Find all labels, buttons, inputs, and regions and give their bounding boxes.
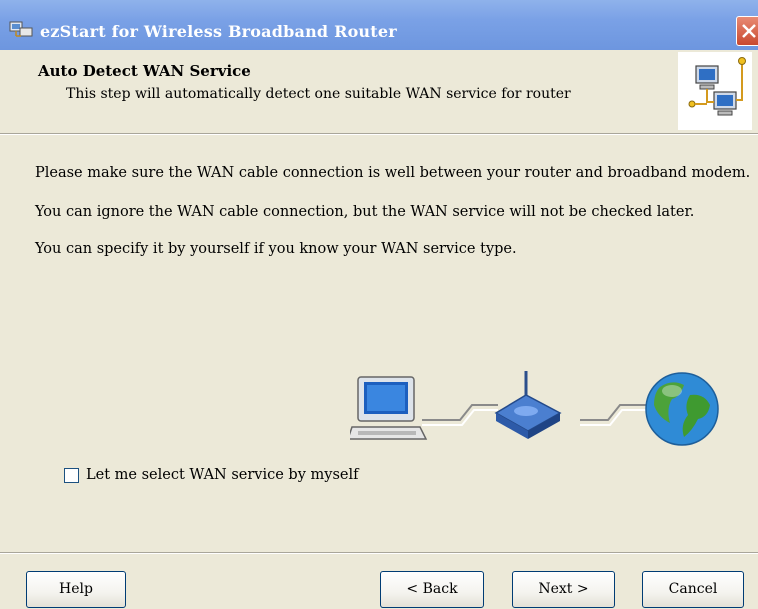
computer-icon: [350, 376, 428, 440]
self-select-label[interactable]: Let me select WAN service by myself: [86, 467, 358, 483]
cancel-button[interactable]: Cancel: [642, 571, 744, 608]
title-bar[interactable]: ezStart for Wireless Broadband Router: [0, 0, 758, 50]
globe-icon: [645, 372, 719, 446]
close-icon: [742, 24, 756, 38]
network-illustration: [350, 371, 719, 446]
instruction-line-3: You can specify it by yourself if you kn…: [35, 241, 517, 257]
instruction-line-1: Please make sure the WAN cable connectio…: [35, 165, 751, 181]
router-icon: [494, 371, 562, 439]
help-button[interactable]: Help: [26, 571, 126, 608]
back-button[interactable]: < Back: [380, 571, 484, 608]
step-title: Auto Detect WAN Service: [38, 62, 251, 80]
next-button[interactable]: Next >: [512, 571, 615, 608]
instruction-line-2: You can ignore the WAN cable connection,…: [35, 204, 695, 220]
close-button[interactable]: [736, 16, 758, 46]
network-computers-icon: [688, 57, 746, 116]
wizard-window: ezStart for Wireless Broadband Router Au…: [0, 0, 758, 609]
self-select-checkbox[interactable]: [64, 468, 79, 483]
network-app-icon: [9, 21, 33, 37]
header-logo: [678, 52, 752, 130]
window-title: ezStart for Wireless Broadband Router: [40, 22, 397, 41]
step-subtitle: This step will automatically detect one …: [66, 86, 571, 102]
